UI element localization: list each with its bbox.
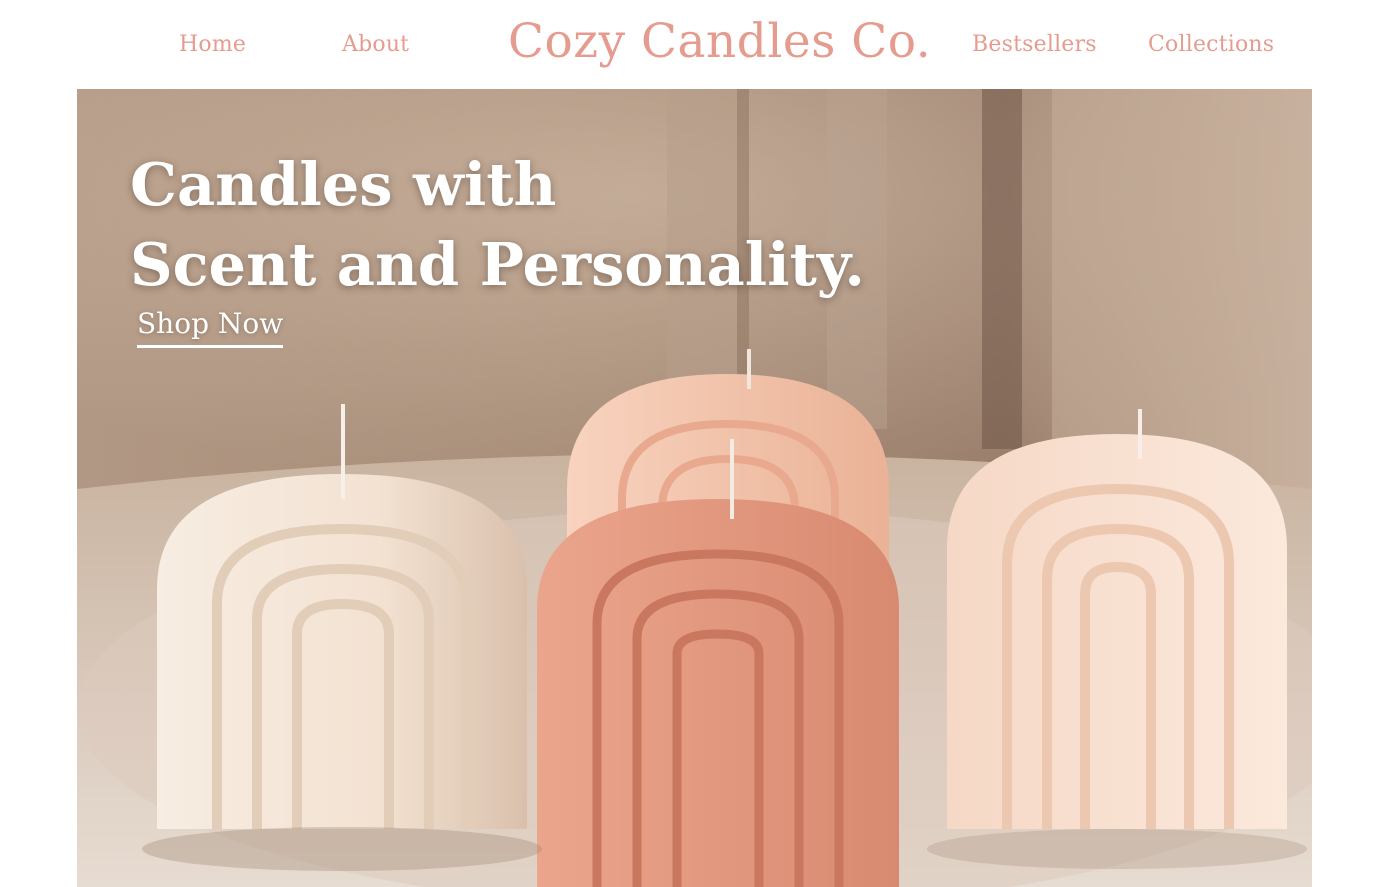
shop-now-button[interactable]: Shop Now <box>137 307 284 348</box>
candle-right-cream <box>947 409 1287 829</box>
hero-banner: Candles with Scent and Personality. Shop… <box>77 89 1312 887</box>
site-header: Home About Cozy Candles Co. Bestsellers … <box>0 0 1383 89</box>
nav-bestsellers-link[interactable]: Bestsellers <box>972 32 1097 57</box>
nav-collections-link[interactable]: Collections <box>1148 32 1274 57</box>
hero-headline-line-1: Candles with <box>130 150 557 219</box>
nav-about-link[interactable]: About <box>342 32 409 57</box>
hero-headline-line-2: Scent and Personality. <box>130 230 865 299</box>
nav-home-link[interactable]: Home <box>179 32 246 57</box>
hero-headline: Candles with Scent and Personality. <box>130 145 865 305</box>
brand-logo-text[interactable]: Cozy Candles Co. <box>508 14 931 69</box>
